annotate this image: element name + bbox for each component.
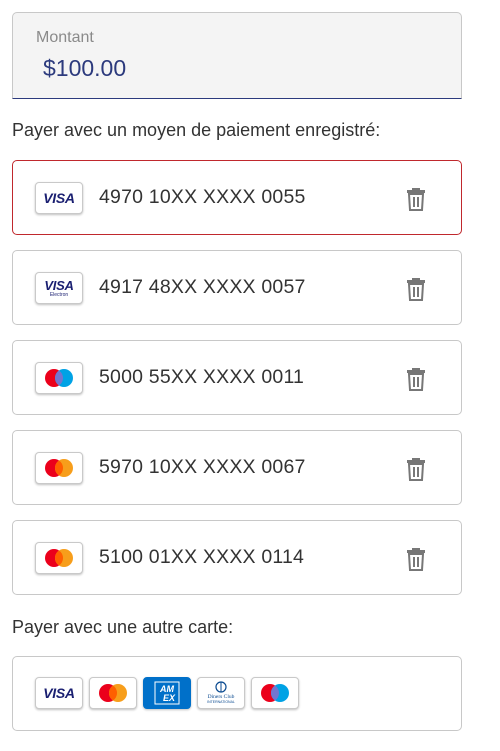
card-number: 4917 48XX XXXX 0057	[99, 276, 306, 298]
amount-value[interactable]: $100.00	[43, 55, 126, 82]
saved-card-row[interactable]: 5000 55XX XXXX 0011	[12, 340, 462, 415]
diners-club-logo-icon: Diners Club INTERNATIONAL	[197, 677, 245, 709]
card-number: 4970 10XX XXXX 0055	[99, 186, 306, 208]
visa-logo-icon: VISA	[35, 677, 83, 709]
card-number: 5100 01XX XXXX 0114	[99, 546, 305, 568]
svg-text:EX: EX	[163, 693, 176, 703]
mastercard-logo-icon	[35, 452, 83, 484]
amount-label: Montant	[36, 29, 94, 46]
saved-card-row[interactable]: 5970 10XX XXXX 0067	[12, 430, 462, 505]
amount-field[interactable]: Montant $100.00	[12, 12, 462, 99]
saved-card-row[interactable]: VISA 4970 10XX XXXX 0055	[12, 160, 462, 235]
maestro-logo-icon	[35, 362, 83, 394]
other-card-option[interactable]: VISA AM EX Diners Club INTERNATIONAL	[12, 656, 462, 731]
trash-icon[interactable]	[403, 455, 429, 483]
card-number: 5970 10XX XXXX 0067	[99, 456, 306, 478]
mastercard-logo-icon	[35, 542, 83, 574]
maestro-logo-icon	[251, 677, 299, 709]
saved-card-row[interactable]: VISA Electron 4917 48XX XXXX 0057	[12, 250, 462, 325]
visa-logo-icon: VISA	[35, 182, 83, 214]
saved-cards-heading: Payer avec un moyen de paiement enregist…	[12, 120, 381, 140]
visa-electron-logo-icon: VISA Electron	[35, 272, 83, 304]
trash-icon[interactable]	[403, 365, 429, 393]
trash-icon[interactable]	[403, 545, 429, 573]
other-card-heading: Payer avec une autre carte:	[12, 617, 234, 637]
trash-icon[interactable]	[403, 185, 429, 213]
card-number: 5000 55XX XXXX 0011	[99, 366, 305, 388]
svg-text:INTERNATIONAL: INTERNATIONAL	[207, 700, 235, 704]
saved-card-row[interactable]: 5100 01XX XXXX 0114	[12, 520, 462, 595]
trash-icon[interactable]	[403, 275, 429, 303]
mastercard-logo-icon	[89, 677, 137, 709]
accepted-brands: VISA AM EX Diners Club INTERNATIONAL	[35, 677, 299, 709]
amex-logo-icon: AM EX	[143, 677, 191, 709]
